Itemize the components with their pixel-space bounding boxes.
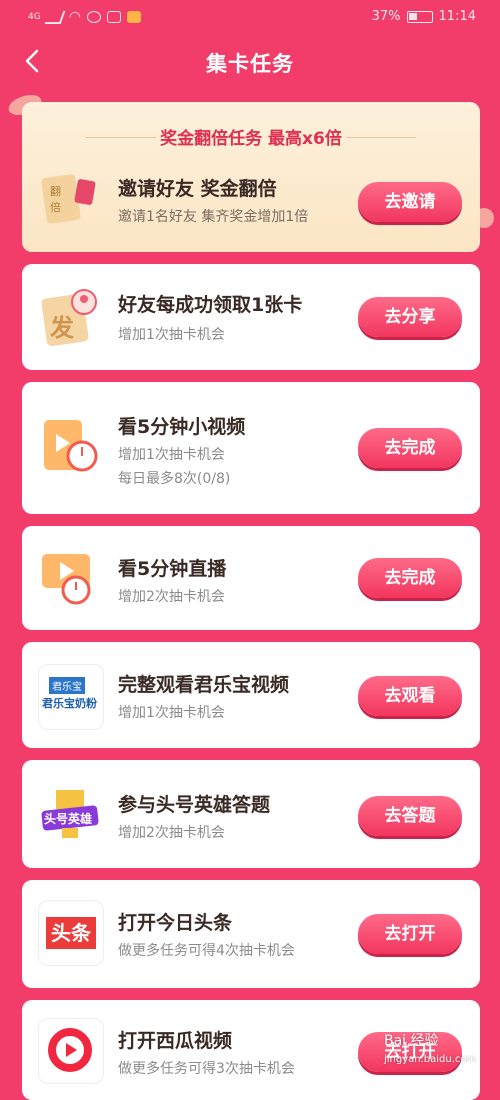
task-title: 看5分钟直播 [118, 558, 227, 580]
task-subtitle: 增加1次抽卡机会 [118, 705, 225, 721]
task-title: 打开今日头条 [118, 912, 233, 934]
invite-icon: 翻倍 [38, 170, 102, 232]
toutiao-logo: 头条 [38, 900, 104, 966]
xigua-logo [38, 1018, 104, 1084]
watermark-text: Bai 经验 [384, 1033, 439, 1049]
junlebao-logo: 君乐宝 君乐宝奶粉 [38, 664, 104, 730]
battery-icon [406, 10, 433, 23]
watch-button[interactable]: 去观看 [358, 676, 462, 716]
share-button[interactable]: 去分享 [358, 297, 462, 337]
double-bonus-banner: 奖金翻倍任务 最高x6倍 翻倍 邀请好友 奖金翻倍 邀请1名好友 集齐奖金增加1… [22, 102, 480, 252]
task-title: 完整观看君乐宝视频 [118, 674, 290, 696]
task-title: 看5分钟小视频 [118, 416, 246, 438]
banner-headline: 奖金翻倍任务 最高x6倍 [160, 129, 342, 149]
toutiao-logo-text: 头条 [46, 917, 96, 949]
hero-quiz-logo: 头号英雄 [38, 782, 102, 846]
invite-title: 邀请好友 奖金翻倍 [118, 178, 277, 200]
task-card-toutiao: 头条 打开今日头条 做更多任务可得4次抽卡机会 去打开 [22, 880, 480, 988]
title-bar: 集卡任务 [0, 36, 500, 92]
clock: 11:14 [438, 9, 476, 24]
watermark-sub: jingyan.baidu.com [384, 1054, 477, 1065]
task-card-quiz: 头号英雄 参与头号英雄答题 增加2次抽卡机会 去答题 [22, 760, 480, 868]
task-title: 好友每成功领取1张卡 [118, 294, 303, 316]
task-card-share: 发 好友每成功领取1张卡 增加1次抽卡机会 去分享 [22, 264, 480, 370]
task-card-short-video: 看5分钟小视频 增加1次抽卡机会 每日最多8次(0/8) 去完成 [22, 382, 480, 514]
page-title: 集卡任务 [206, 52, 294, 76]
alarm-icon [86, 11, 101, 23]
watermark: Bai 经验 jingyan.baidu.com [384, 1030, 476, 1066]
app-icon [106, 11, 121, 23]
signal-label: 4G [28, 12, 41, 22]
invite-button[interactable]: 去邀请 [358, 182, 462, 222]
signal-icon [44, 10, 66, 24]
hero-quiz-logo-text: 头号英雄 [44, 812, 93, 826]
fa-card-icon-label: 发 [50, 314, 74, 342]
video-timer-icon [38, 414, 102, 478]
task-subtitle: 做更多任务可得3次抽卡机会 [118, 1061, 295, 1077]
battery-percent: 37% [371, 9, 401, 24]
live-timer-icon [38, 546, 102, 610]
task-limit-note: 每日最多8次(0/8) [118, 471, 231, 487]
task-subtitle: 增加1次抽卡机会 [118, 447, 225, 463]
task-subtitle: 做更多任务可得4次抽卡机会 [118, 943, 295, 959]
status-bar: 4G ◠ 37% 11:14 [0, 0, 500, 36]
open-button[interactable]: 去打开 [358, 914, 462, 954]
invite-icon-label: 翻倍 [50, 185, 61, 214]
task-subtitle: 增加2次抽卡机会 [118, 589, 225, 605]
junlebao-logo-small-text: 君乐宝 [49, 677, 85, 694]
task-card-junlebao: 君乐宝 君乐宝奶粉 完整观看君乐宝视频 增加1次抽卡机会 去观看 [22, 642, 480, 748]
task-subtitle: 增加1次抽卡机会 [118, 327, 225, 343]
task-subtitle: 增加2次抽卡机会 [118, 825, 225, 841]
junlebao-logo-text: 君乐宝奶粉 [42, 697, 97, 710]
invite-subtitle: 邀请1名好友 集齐奖金增加1倍 [118, 209, 309, 225]
complete-button[interactable]: 去完成 [358, 558, 462, 598]
video-app-icon [126, 11, 141, 23]
task-title: 打开西瓜视频 [118, 1030, 233, 1052]
complete-button[interactable]: 去完成 [358, 428, 462, 468]
task-title: 参与头号英雄答题 [118, 794, 271, 816]
task-card-live: 看5分钟直播 增加2次抽卡机会 去完成 [22, 526, 480, 630]
wifi-icon: ◠ [68, 9, 81, 25]
fa-card-icon: 发 [38, 286, 102, 350]
answer-button[interactable]: 去答题 [358, 796, 462, 836]
